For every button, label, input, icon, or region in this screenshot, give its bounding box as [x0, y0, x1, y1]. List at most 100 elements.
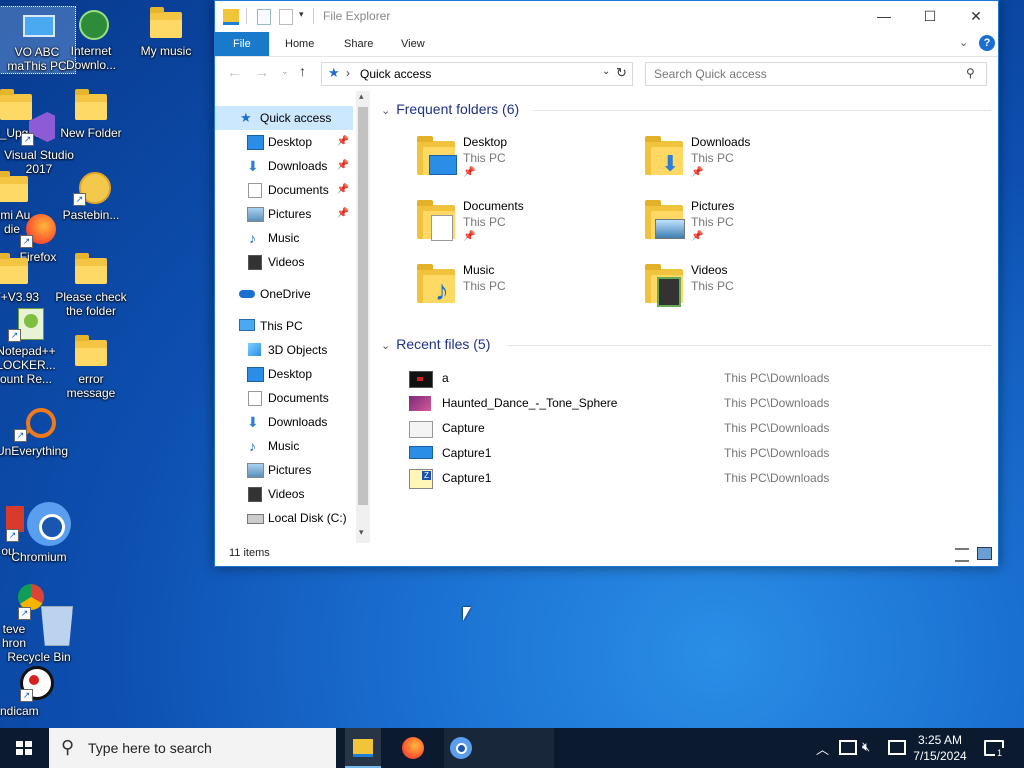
- tab-home[interactable]: Home: [271, 32, 328, 56]
- taskbar-firefox[interactable]: [396, 728, 430, 768]
- expand-ribbon-chevron-icon[interactable]: ⌄: [959, 36, 968, 49]
- list-item[interactable]: a This PC\Downloads: [405, 366, 995, 391]
- scroll-up-icon[interactable]: ▴: [359, 91, 364, 102]
- sidebar-item-quick-access[interactable]: ★ Quick access: [215, 106, 353, 130]
- customize-toolbar-icon[interactable]: ▾: [299, 9, 304, 20]
- item-count: 11 items: [229, 547, 270, 559]
- search-input[interactable]: Type here to search: [88, 740, 212, 756]
- scroll-thumb[interactable]: [358, 107, 368, 505]
- folder-tile-downloads[interactable]: ⬇ Downloads This PC 📌: [643, 133, 863, 191]
- sidebar-item-label: Videos: [268, 255, 305, 269]
- drive-icon: [247, 514, 264, 524]
- address-bar[interactable]: ★ › Quick access ⌄ ↻: [321, 62, 633, 86]
- search-icon[interactable]: ⚲: [966, 66, 975, 80]
- volume-muted-icon[interactable]: 🔇︎: [862, 739, 870, 755]
- scroll-down-icon[interactable]: ▾: [359, 527, 364, 538]
- group-recent-files[interactable]: ⌄ Recent files (5): [381, 333, 490, 355]
- sidebar-item-local-disk[interactable]: Local Disk (C:): [215, 506, 353, 530]
- computer-icon: [239, 319, 255, 331]
- list-item[interactable]: Haunted_Dance_-_Tone_Sphere This PC\Down…: [405, 391, 995, 416]
- clock[interactable]: 3:25 AM 7/15/2024: [912, 732, 968, 764]
- folder-tile-desktop[interactable]: Desktop This PC 📌: [415, 133, 635, 191]
- sidebar-item-videos-pc[interactable]: Videos: [215, 482, 353, 506]
- close-button[interactable]: ✕: [953, 1, 999, 31]
- sidebar-item-pictures[interactable]: Pictures: [215, 458, 353, 482]
- sidebar-item-documents-pinned[interactable]: Documents 📌: [215, 178, 353, 202]
- sidebar-item-downloads-pinned[interactable]: ⬇ Downloads 📌: [215, 154, 353, 178]
- windows-logo-icon: [16, 741, 32, 755]
- minimize-button[interactable]: —: [861, 1, 907, 31]
- title-bar[interactable]: ▾ File Explorer — ☐ ✕: [215, 1, 998, 31]
- details-view-icon[interactable]: [955, 548, 969, 562]
- taskbar-chromium[interactable]: [444, 728, 554, 768]
- refresh-icon[interactable]: ↻: [616, 65, 627, 81]
- folder-tile-music[interactable]: ♪ Music This PC: [415, 261, 635, 319]
- start-button[interactable]: [0, 728, 48, 768]
- forward-arrow-icon[interactable]: →: [255, 64, 269, 80]
- file-name: Capture: [442, 421, 485, 435]
- search-box[interactable]: Search Quick access ⚲: [645, 62, 987, 86]
- folder-tile-videos[interactable]: Videos This PC: [643, 261, 863, 319]
- tab-share[interactable]: Share: [330, 32, 387, 56]
- folder-name: Videos: [691, 263, 728, 277]
- pin-icon[interactable]: 📌: [337, 202, 349, 226]
- address-path: Quick access: [360, 67, 432, 81]
- desktop-icon-my-music[interactable]: My music: [128, 6, 204, 58]
- address-dropdown-icon[interactable]: ⌄: [602, 66, 610, 77]
- back-arrow-icon[interactable]: ←: [227, 64, 241, 80]
- content-pane: ⌄ Frequent folders (6) Desktop This PC 📌 …: [371, 91, 997, 541]
- show-hidden-icons-chevron-icon[interactable]: ︿: [816, 739, 829, 758]
- sidebar-item-music[interactable]: ♪ Music: [215, 226, 353, 250]
- sidebar-item-onedrive[interactable]: OneDrive: [215, 282, 353, 306]
- folder-tile-pictures[interactable]: Pictures This PC 📌: [643, 197, 863, 255]
- pin-icon[interactable]: 📌: [337, 130, 349, 154]
- large-icons-view-icon[interactable]: [977, 547, 992, 560]
- sidebar-item-label: This PC: [260, 319, 303, 333]
- list-item[interactable]: Z Capture1 This PC\Downloads: [405, 466, 995, 491]
- network-icon[interactable]: [839, 740, 857, 755]
- list-item[interactable]: Capture1 This PC\Downloads: [405, 441, 995, 466]
- desktop-icon-everything[interactable]: ↗ UnEverything: [0, 406, 70, 458]
- properties-icon[interactable]: [257, 9, 271, 25]
- sidebar-item-videos[interactable]: Videos: [215, 250, 353, 274]
- tab-file[interactable]: File: [215, 32, 269, 56]
- recent-locations-chevron-icon[interactable]: ⌄: [281, 66, 289, 77]
- tab-view[interactable]: View: [387, 32, 439, 56]
- help-icon[interactable]: ?: [979, 35, 995, 51]
- desktop-icon-please-check[interactable]: Please check the folder: [53, 252, 129, 318]
- sidebar-item-3d-objects[interactable]: 3D Objects: [215, 338, 353, 362]
- display-icon[interactable]: [888, 740, 906, 755]
- folder-tile-documents[interactable]: Documents This PC 📌: [415, 197, 635, 255]
- taskbar-file-explorer[interactable]: [345, 728, 381, 768]
- chevron-down-icon: ⌄: [381, 105, 391, 117]
- sidebar-item-downloads[interactable]: ⬇ Downloads: [215, 410, 353, 434]
- sidebar-item-this-pc[interactable]: This PC: [215, 314, 353, 338]
- taskbar-search-box[interactable]: ⚲ Type here to search: [49, 728, 336, 768]
- sidebar-item-documents[interactable]: Documents: [215, 386, 353, 410]
- sidebar-item-music-pc[interactable]: ♪ Music: [215, 434, 353, 458]
- maximize-button[interactable]: ☐: [907, 1, 953, 31]
- list-item[interactable]: Capture This PC\Downloads: [405, 416, 995, 441]
- desktop-icon-chromium[interactable]: Chromium: [1, 502, 77, 564]
- desktop-icon-visual-studio[interactable]: ↗ Visual Studio 2017: [1, 110, 77, 176]
- sidebar-item-label: Videos: [268, 487, 305, 501]
- nav-scrollbar[interactable]: ▴ ▾: [356, 91, 370, 543]
- desktop-icon-label: error message: [66, 372, 116, 400]
- desktop-icon-bandicam[interactable]: ↗ andicam: [0, 666, 54, 718]
- sidebar-item-desktop[interactable]: Desktop: [215, 362, 353, 386]
- group-frequent-folders[interactable]: ⌄ Frequent folders (6): [381, 98, 519, 120]
- folder-name: Music: [463, 263, 495, 277]
- pin-icon[interactable]: 📌: [337, 154, 349, 178]
- sidebar-item-pictures-pinned[interactable]: Pictures 📌: [215, 202, 353, 226]
- up-arrow-icon[interactable]: ↑: [299, 63, 306, 79]
- pin-icon[interactable]: 📌: [337, 178, 349, 202]
- desktop-icon-error-message[interactable]: error message: [53, 334, 129, 400]
- new-folder-icon[interactable]: [279, 9, 293, 25]
- search-input[interactable]: Search Quick access: [654, 67, 767, 81]
- desktop-icon-recycle-bin[interactable]: Recycle Bin: [1, 602, 77, 664]
- desktop-icon-label: Recycle Bin: [7, 650, 71, 664]
- desktop-icon-internet-download[interactable]: Internet Downlo...: [53, 6, 129, 72]
- action-center-icon[interactable]: 1: [984, 740, 1005, 758]
- desktop-icon-rt[interactable]: RT+V3.93: [0, 252, 50, 304]
- sidebar-item-desktop-pinned[interactable]: Desktop 📌: [215, 130, 353, 154]
